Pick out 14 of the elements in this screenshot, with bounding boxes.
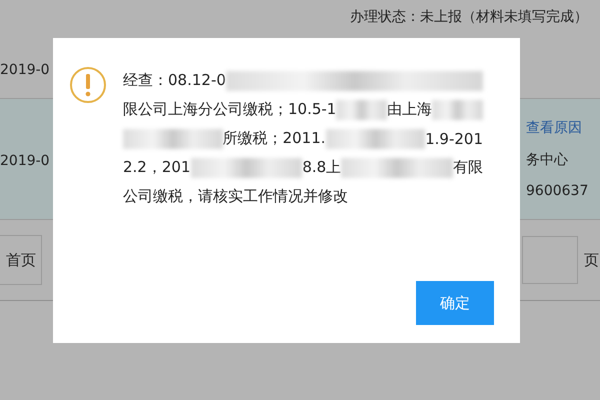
redaction-blur	[336, 100, 388, 120]
confirm-button[interactable]: 确定	[416, 281, 494, 325]
date-text: 2019-0	[0, 152, 50, 168]
redaction-blur	[432, 100, 484, 120]
date-text: 2019-0	[0, 62, 50, 78]
warning-icon	[69, 66, 107, 104]
message-text: 经查：08.12-0 限公司上海分公司缴税；10.5-1 由上海 所缴税；2011. 1.9-201 2.2，201 8.8上 有限 公司缴税，请核实工作情况并修改	[123, 70, 483, 207]
status-text: 办理状态：未上报（材料未填写完成）	[350, 8, 588, 27]
page-input[interactable]	[522, 236, 578, 284]
table-text: 务中心	[526, 151, 569, 169]
table-text: 9600637	[526, 183, 590, 199]
page-label: 页	[584, 250, 600, 270]
first-page-button[interactable]: 首页	[0, 235, 42, 285]
view-reason-link[interactable]: 查看原因	[526, 119, 600, 137]
